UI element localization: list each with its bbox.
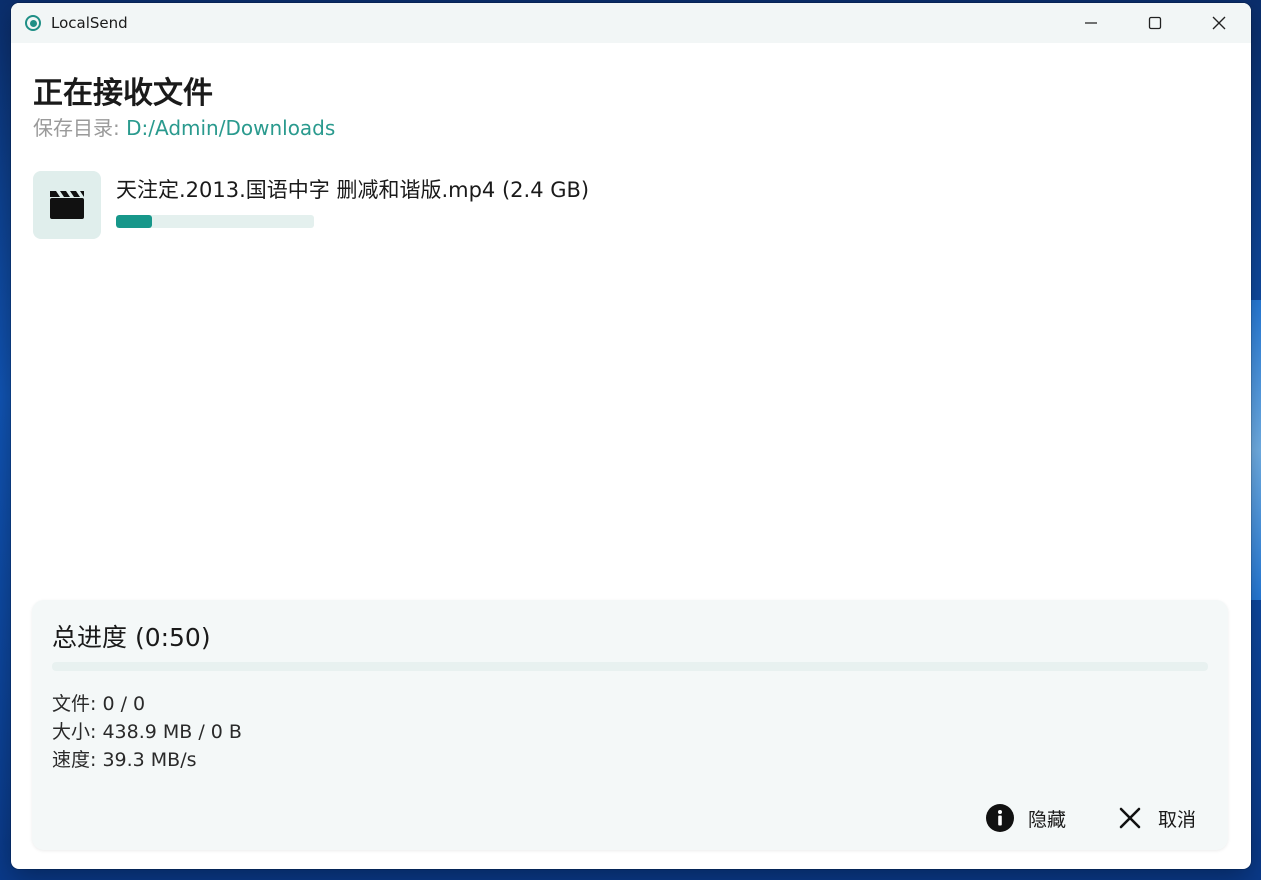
video-clapperboard-icon — [50, 191, 84, 219]
page-title: 正在接收文件 — [33, 76, 213, 111]
minimize-icon — [1085, 22, 1097, 24]
main-content: 正在接收文件 保存目录: D:/Admin/Downloads 天注定.2013… — [33, 75, 1229, 239]
save-directory-label: 保存目录: — [33, 116, 120, 140]
stat-speed: 速度: 39.3 MB/s — [52, 749, 197, 771]
close-x-icon — [1116, 804, 1144, 832]
maximize-icon — [1148, 16, 1162, 30]
total-progress-title: 总进度 (0:50) — [52, 623, 211, 652]
save-directory: 保存目录: D:/Admin/Downloads — [33, 115, 1229, 141]
file-info: 天注定.2013.国语中字 删减和谐版.mp4 (2.4 GB) — [116, 171, 589, 228]
stat-files: 文件: 0 / 0 — [52, 693, 146, 715]
cancel-button-label: 取消 — [1157, 808, 1196, 831]
hide-button-label: 隐藏 — [1027, 808, 1066, 831]
stat-size: 大小: 438.9 MB / 0 B — [52, 721, 242, 743]
transfer-stats: 文件: 0 / 0 大小: 438.9 MB / 0 B 速度: 39.3 MB… — [52, 690, 242, 774]
app-title: LocalSend — [51, 14, 128, 32]
title-bar[interactable]: LocalSend — [11, 3, 1251, 43]
file-list-item: 天注定.2013.国语中字 删减和谐版.mp4 (2.4 GB) — [33, 171, 1229, 239]
hide-button[interactable]: 隐藏 — [985, 804, 1066, 832]
close-window-button[interactable] — [1187, 3, 1251, 43]
maximize-button[interactable] — [1123, 3, 1187, 43]
file-progress-bar — [116, 215, 314, 228]
window-controls — [1059, 3, 1251, 43]
minimize-button[interactable] — [1059, 3, 1123, 43]
file-progress-fill — [116, 215, 152, 228]
close-icon — [1212, 16, 1226, 30]
save-directory-path[interactable]: D:/Admin/Downloads — [126, 116, 335, 140]
total-progress-panel: 总进度 (0:50) 文件: 0 / 0 大小: 438.9 MB / 0 B … — [32, 600, 1228, 850]
cancel-button[interactable]: 取消 — [1116, 804, 1196, 832]
app-logo-icon — [25, 15, 41, 31]
file-thumbnail — [33, 171, 101, 239]
total-progress-bar — [52, 662, 1208, 671]
app-window: LocalSend 正在接收文件 保存目录: D:/Admin/Download… — [11, 3, 1251, 869]
action-bar: 隐藏 取消 — [936, 804, 1196, 832]
file-name: 天注定.2013.国语中字 删减和谐版.mp4 (2.4 GB) — [116, 178, 590, 202]
info-icon — [985, 804, 1014, 832]
